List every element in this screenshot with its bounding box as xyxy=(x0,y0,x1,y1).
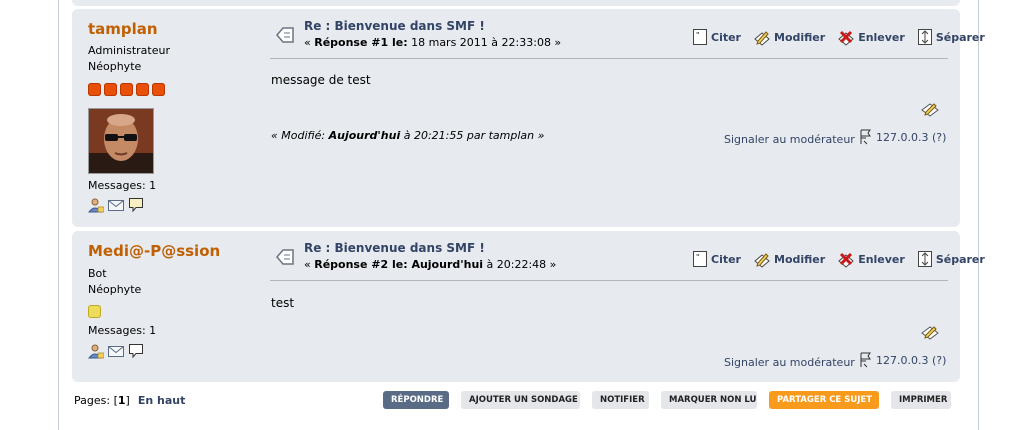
post-meta: « Réponse #1 le: 18 mars 2011 à 22:33:08… xyxy=(304,36,561,49)
quote-icon: " xyxy=(693,251,707,267)
pages-close: ] xyxy=(125,394,130,407)
edit-icon xyxy=(754,31,770,46)
star-icon xyxy=(120,83,133,96)
poster-name-link[interactable]: Medi@-P@ssion xyxy=(88,242,220,260)
back-to-top-link[interactable]: En haut xyxy=(138,394,186,407)
modified-date: Aujourd'hui xyxy=(328,129,401,142)
remove-button[interactable]: Enlever xyxy=(837,28,905,46)
previous-post-edge xyxy=(72,0,960,6)
report-to-moderator-link[interactable]: Signaler au modérateur xyxy=(724,133,855,146)
star-icon xyxy=(88,305,101,318)
pages-label: Pages: [ xyxy=(74,394,118,407)
modify-button[interactable]: Modifier xyxy=(753,250,825,268)
notify-button[interactable]: NOTIFIER xyxy=(592,391,649,409)
post-date-bold: Aujourd'hui xyxy=(407,258,484,271)
ip-icon xyxy=(860,129,871,145)
post-meta: « Réponse #2 le: Aujourd'hui à 20:22:48 … xyxy=(304,258,556,271)
member-group: Administrateur xyxy=(88,44,170,57)
modify-button[interactable]: Modifier xyxy=(753,28,825,46)
post-divider xyxy=(270,58,948,59)
remove-label: Enlever xyxy=(858,252,905,266)
modified-suffix: à 20:21:55 par tamplan » xyxy=(400,129,545,142)
delete-icon xyxy=(838,252,854,268)
avatar xyxy=(88,108,154,174)
post-group: Néophyte xyxy=(88,60,142,73)
delete-icon xyxy=(838,30,854,46)
current-page: 1 xyxy=(117,394,126,407)
add-poll-button[interactable]: AJOUTER UN SONDAGE xyxy=(461,391,580,409)
modify-label: Modifier xyxy=(774,252,826,266)
print-button[interactable]: IMPRIMER xyxy=(891,391,951,409)
profile-icon[interactable] xyxy=(87,197,105,213)
rank-stars xyxy=(88,305,101,318)
quote-label: Citer xyxy=(711,252,741,266)
split-label: Séparer xyxy=(935,30,985,44)
post-actions: " Citer Modifier Enlever Séparer xyxy=(692,28,985,46)
email-icon[interactable] xyxy=(108,197,124,213)
post-group: Néophyte xyxy=(88,283,142,296)
member-group: Bot xyxy=(88,267,107,280)
star-icon xyxy=(136,83,149,96)
quote-label: Citer xyxy=(711,30,741,44)
post-count: Messages: 1 xyxy=(88,179,157,192)
quick-quote-icon[interactable] xyxy=(920,323,940,341)
remove-label: Enlever xyxy=(858,30,905,44)
quick-quote-icon[interactable] xyxy=(920,100,940,118)
profile-icons xyxy=(87,197,144,213)
profile-icon[interactable] xyxy=(87,343,105,359)
report-to-moderator-link[interactable]: Signaler au modérateur xyxy=(724,356,855,369)
quote-icon: " xyxy=(693,29,707,45)
post-date: à 20:22:48 » xyxy=(483,258,557,271)
post-date: 18 mars 2011 à 22:33:08 » xyxy=(407,36,562,49)
email-icon[interactable] xyxy=(108,343,124,359)
mark-unread-button[interactable]: MARQUER NON LU xyxy=(661,391,757,409)
split-button[interactable]: Séparer xyxy=(917,250,985,268)
star-icon xyxy=(88,83,101,96)
post-actions: " Citer Modifier Enlever Séparer xyxy=(692,250,985,268)
reply-number: Réponse #2 le: xyxy=(314,258,408,271)
edit-icon xyxy=(754,253,770,268)
pagination: Pages: [1] En haut xyxy=(74,394,185,407)
profile-icons xyxy=(87,343,144,359)
post-body: message de test xyxy=(271,73,371,87)
star-icon xyxy=(104,83,117,96)
pm-icon[interactable] xyxy=(128,343,144,359)
quote-button[interactable]: " Citer xyxy=(692,28,741,46)
share-topic-button[interactable]: PARTAGER CE SUJET xyxy=(769,391,879,409)
post-divider xyxy=(270,280,948,281)
split-label: Séparer xyxy=(935,252,985,266)
post-count: Messages: 1 xyxy=(88,324,157,337)
message-doc-icon xyxy=(276,27,294,43)
reply-number: Réponse #1 le: xyxy=(314,36,408,49)
post-body: test xyxy=(271,296,295,310)
remove-button[interactable]: Enlever xyxy=(837,250,905,268)
meta-prefix: « xyxy=(304,258,315,271)
rank-stars xyxy=(88,83,165,96)
message-doc-icon xyxy=(276,249,294,265)
split-icon xyxy=(917,251,932,267)
poster-name-link[interactable]: tamplan xyxy=(88,20,158,38)
svg-text:": " xyxy=(696,253,700,261)
ip-text: 127.0.0.3 (?) xyxy=(876,130,947,144)
post-subject-link[interactable]: Re : Bienvenue dans SMF ! xyxy=(304,241,485,255)
modified-prefix: « Modifié: xyxy=(271,129,329,142)
pm-icon[interactable] xyxy=(128,197,144,213)
post-subject-link[interactable]: Re : Bienvenue dans SMF ! xyxy=(304,19,485,33)
post: tamplan Administrateur Néophyte Messages… xyxy=(72,9,985,227)
reply-button[interactable]: RÉPONDRE xyxy=(383,391,449,409)
post: Medi@-P@ssion Bot Néophyte Messages: 1 R… xyxy=(72,231,985,382)
ip-address[interactable]: 127.0.0.3 (?) xyxy=(859,129,946,145)
split-button[interactable]: Séparer xyxy=(917,28,985,46)
modify-label: Modifier xyxy=(774,30,826,44)
star-icon xyxy=(152,83,165,96)
modified-note: « Modifié: Aujourd'hui à 20:21:55 par ta… xyxy=(271,129,544,142)
ip-address[interactable]: 127.0.0.3 (?) xyxy=(859,352,946,368)
svg-text:": " xyxy=(696,31,700,39)
ip-icon xyxy=(860,352,871,368)
quote-button[interactable]: " Citer xyxy=(692,250,741,268)
ip-text: 127.0.0.3 (?) xyxy=(876,353,947,367)
split-icon xyxy=(917,29,932,45)
meta-prefix: « xyxy=(304,36,315,49)
